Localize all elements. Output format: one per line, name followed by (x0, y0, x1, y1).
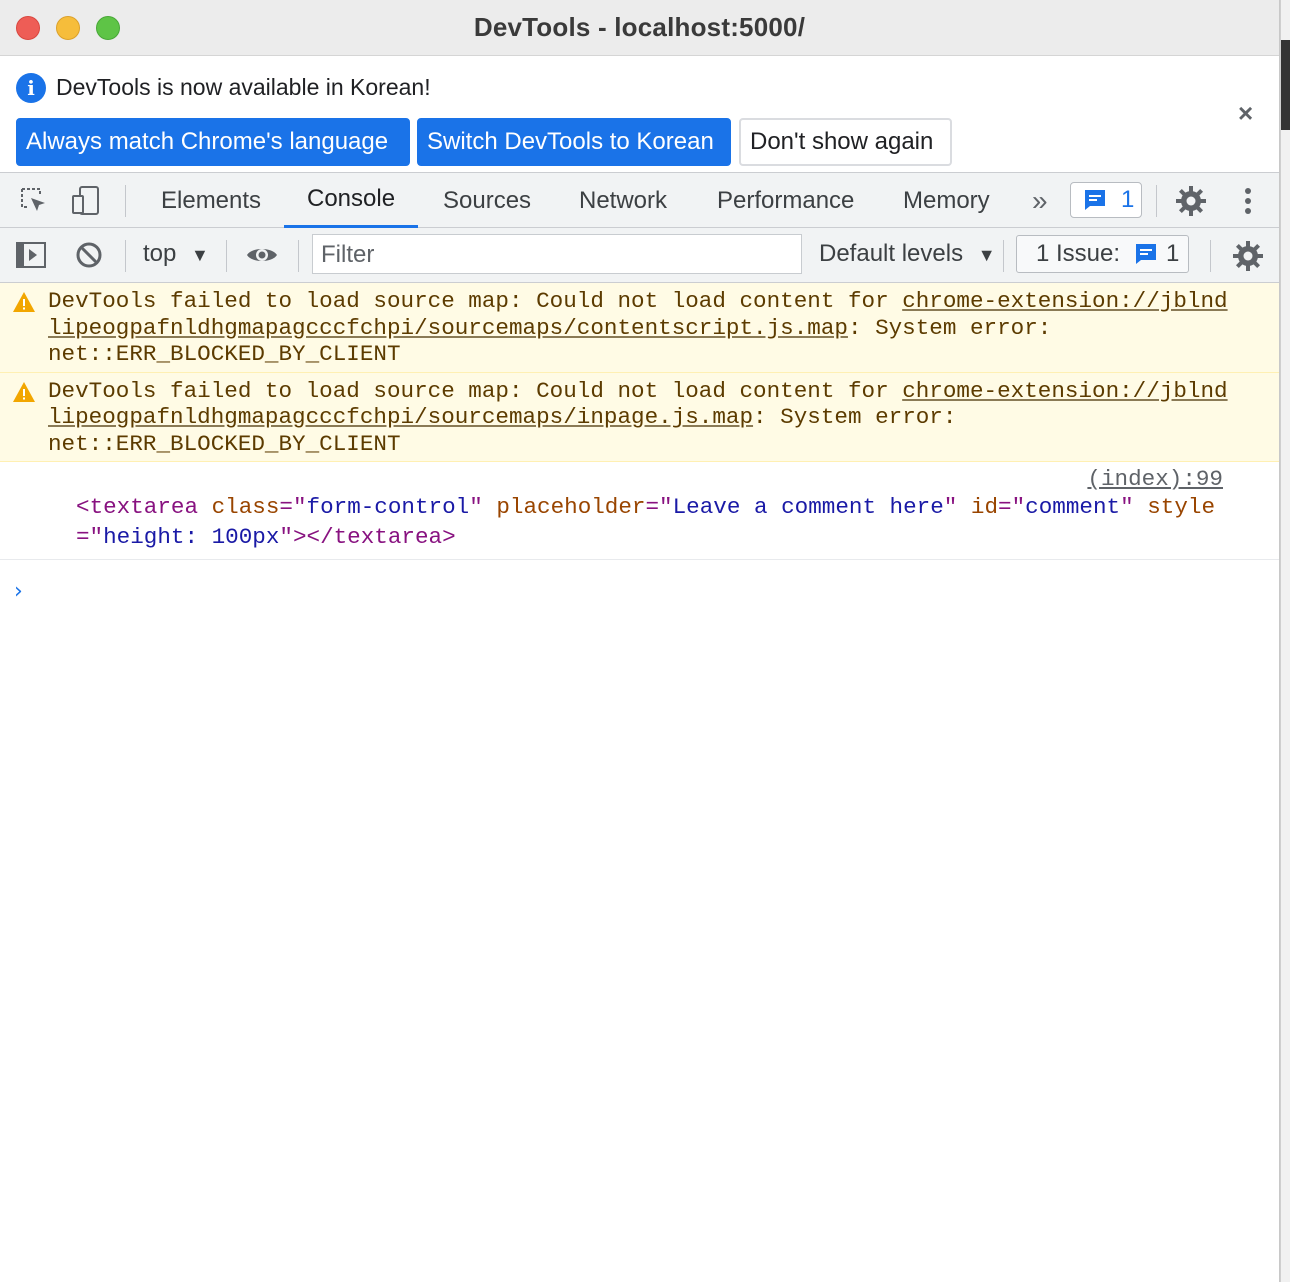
console-warning: DevTools failed to load source map: Coul… (0, 283, 1279, 373)
attr-value: form-control (306, 494, 470, 520)
message-icon (1136, 244, 1157, 264)
attr-name: style (1147, 494, 1216, 520)
window-title: DevTools - localhost:5000/ (473, 12, 806, 42)
context-selector[interactable]: top ▼ (143, 240, 209, 268)
live-expression-eye-icon[interactable] (244, 239, 280, 271)
element-tag-name: textarea (89, 494, 199, 520)
attr-value: comment (1025, 494, 1121, 520)
infobar-message: DevTools is now available in Korean! (56, 74, 431, 100)
tab-performance[interactable]: Performance (717, 173, 854, 228)
tab-sources[interactable]: Sources (443, 173, 531, 228)
logged-element[interactable]: <textarea class="form-control" placehold… (76, 492, 1230, 552)
element-closing-tag: textarea (333, 524, 443, 550)
warning-icon (13, 381, 35, 402)
maximize-window-button[interactable] (96, 16, 120, 40)
attr-name: placeholder (496, 494, 646, 520)
sidebar-toggle-icon[interactable] (15, 239, 47, 271)
more-options-icon[interactable] (1238, 184, 1258, 218)
toolbar-separator (1210, 240, 1211, 272)
log-levels-label: Default levels (819, 240, 964, 267)
inspect-element-icon[interactable] (18, 185, 50, 217)
issues-label: 1 Issue: (1036, 240, 1121, 267)
device-toolbar-icon[interactable] (70, 185, 102, 217)
tab-memory[interactable]: Memory (903, 173, 990, 228)
console-log-message: (index):99 <textarea class="form-control… (0, 462, 1279, 560)
info-icon: i (16, 73, 46, 103)
dropdown-arrow-icon: ▼ (191, 245, 209, 265)
log-source-link[interactable]: (index):99 (1087, 466, 1223, 493)
warning-icon (13, 292, 35, 312)
tab-network[interactable]: Network (579, 173, 667, 228)
toolbar-separator (125, 240, 126, 272)
context-label: top (143, 240, 177, 267)
close-window-button[interactable] (16, 16, 40, 40)
attr-value: Leave a comment here (672, 494, 944, 520)
attr-name: class (211, 494, 280, 520)
more-tabs-icon[interactable]: » (1032, 173, 1048, 228)
toolbar-separator (226, 240, 227, 272)
main-toolbar: Elements Console Sources Network Perform… (0, 173, 1279, 228)
issues-button[interactable]: 1 Issue: 1 (1016, 235, 1189, 273)
toolbar-separator (298, 240, 299, 272)
console-settings-gear-icon[interactable] (1231, 239, 1265, 273)
message-icon (1085, 190, 1105, 210)
warning-text: DevTools failed to load source map: Coul… (48, 377, 903, 404)
switch-to-korean-button[interactable]: Switch DevTools to Korean (417, 118, 731, 166)
title-bar: DevTools - localhost:5000/ (0, 0, 1279, 56)
log-levels-dropdown[interactable]: Default levels ▼ (819, 240, 996, 268)
background-app-edge (1280, 0, 1290, 1282)
dropdown-arrow-icon: ▼ (977, 245, 996, 265)
toolbar-separator (1003, 240, 1004, 272)
issues-count: 1 (1166, 240, 1180, 267)
match-language-button[interactable]: Always match Chrome's language (16, 118, 410, 166)
warning-text: DevTools failed to load source map: Coul… (48, 288, 903, 314)
console-prompt-icon[interactable]: › (14, 579, 23, 604)
messages-badge[interactable]: 1 (1070, 182, 1142, 218)
attr-name: id (970, 494, 999, 520)
clear-console-icon[interactable] (73, 239, 105, 271)
messages-count: 1 (1121, 186, 1135, 213)
console-warning: DevTools failed to load source map: Coul… (0, 372, 1279, 462)
filter-input[interactable]: Filter (312, 234, 802, 274)
settings-gear-icon[interactable] (1174, 184, 1208, 218)
tab-console[interactable]: Console (284, 173, 419, 228)
toolbar-separator (125, 185, 126, 217)
close-icon[interactable]: × (1238, 98, 1253, 129)
tab-elements[interactable]: Elements (161, 173, 261, 228)
console-toolbar: top ▼ Filter Default levels ▼ 1 Issue: 1 (0, 228, 1279, 283)
console-output: DevTools failed to load source map: Coul… (0, 283, 1279, 604)
minimize-window-button[interactable] (56, 16, 80, 40)
devtools-window: DevTools - localhost:5000/ i DevTools is… (0, 0, 1280, 1282)
dont-show-again-button[interactable]: Don't show again (739, 118, 952, 166)
toolbar-separator (1156, 185, 1157, 217)
window-controls (16, 16, 120, 40)
attr-value: height: 100px (103, 524, 280, 550)
